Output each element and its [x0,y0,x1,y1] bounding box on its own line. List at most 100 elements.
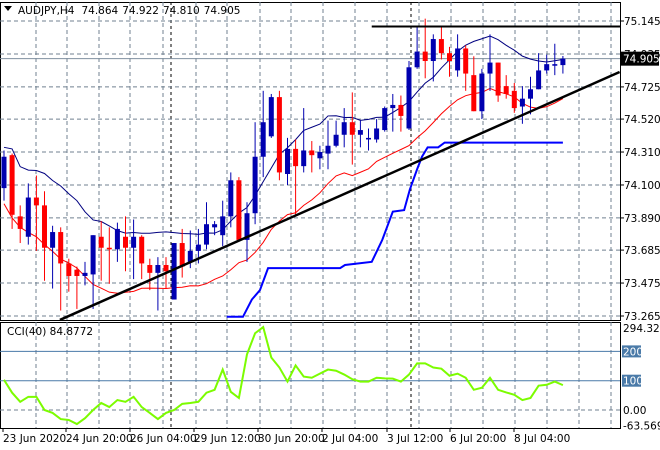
bull-candle-body [50,232,56,248]
bull-candle-body [212,224,218,228]
candle[interactable] [528,76,533,115]
bear-candle-body [293,148,299,167]
candle[interactable] [552,43,558,76]
candle[interactable] [333,120,339,148]
candle[interactable] [309,141,315,173]
time-tick-label: 3 Jul 12:00 [387,433,443,445]
candle[interactable] [179,228,185,278]
candle[interactable] [463,45,469,91]
bull-candle-body [406,67,412,129]
candle[interactable] [50,225,56,289]
candle[interactable] [25,183,31,245]
candle[interactable] [366,128,371,151]
candle[interactable] [139,235,145,280]
bear-candle-body [503,86,509,94]
candle[interactable] [349,92,355,165]
price-tick-label: 74.310 [624,147,660,159]
candle[interactable] [260,90,266,178]
bear-candle-body [17,216,23,229]
candle[interactable] [422,18,428,79]
bull-candle-body [1,156,7,189]
time-tick-label: 29 Jun 12:00 [194,433,261,445]
price-tick-label: 75.145 [624,16,660,28]
candle[interactable] [455,34,461,77]
bull-candle-body [414,51,420,68]
bull-candle-body [544,64,550,71]
candle[interactable] [244,202,250,262]
candle[interactable] [82,261,88,286]
candle[interactable] [155,257,161,311]
bear-candle-body [106,247,112,250]
candle[interactable] [285,137,290,185]
candle[interactable] [66,258,72,292]
candle[interactable] [204,202,209,250]
candle[interactable] [301,108,307,173]
bear-candle-body [422,51,428,62]
candle[interactable] [511,82,517,113]
bull-candle-body [528,89,533,99]
candle[interactable] [17,205,23,244]
bull-candle-body [382,108,388,131]
candle[interactable] [438,26,444,60]
candle[interactable] [503,75,509,99]
close-value: 74.905 [204,5,241,17]
bear-candle-body [147,265,153,273]
bull-candle-body [204,224,209,245]
candle[interactable] [123,216,128,272]
candle[interactable] [106,227,112,284]
candle[interactable] [341,108,347,148]
candle[interactable] [293,139,299,217]
candle[interactable] [382,106,388,132]
candle[interactable] [519,86,525,124]
candle[interactable] [236,177,242,240]
bear-candle-body [438,39,444,54]
candle[interactable] [1,150,7,201]
bear-candle-body [236,180,242,240]
bull-candle-body [366,137,371,140]
candle[interactable] [374,119,380,143]
bear-candle-body [33,197,39,206]
candle[interactable] [398,95,404,132]
price-tick-label: 73.265 [624,311,660,323]
candle[interactable] [495,62,501,102]
high-value: 74.922 [122,5,159,17]
bull-candle-body [536,70,542,90]
dropdown-triangle-icon[interactable] [4,6,12,11]
candle[interactable] [430,34,436,82]
candle[interactable] [220,200,226,247]
candle[interactable] [479,68,485,120]
candle[interactable] [268,93,274,138]
candle[interactable] [390,93,396,132]
candle[interactable] [276,90,282,181]
bull-candle-body [220,216,226,236]
time-tick-label: 30 Jun 20:00 [258,433,325,445]
candle[interactable] [544,54,550,74]
bull-candle-body [301,150,307,167]
candle[interactable] [74,266,80,309]
header-ohlc: AUDJPY,H4 74.864 74.922 74.810 74.905 [18,5,240,17]
candle[interactable] [325,120,331,170]
candle[interactable] [406,61,412,131]
candle[interactable] [357,120,363,148]
bull-candle-body [90,235,96,275]
candle[interactable] [42,191,47,281]
candle[interactable] [58,227,64,311]
bull-candle-body [333,134,339,146]
bear-candle-body [463,48,469,74]
candle[interactable] [252,122,258,225]
bear-candle-body [42,205,47,248]
candle[interactable] [147,258,153,291]
grid [0,2,621,429]
candle[interactable] [471,56,477,112]
candle[interactable] [33,175,39,251]
bull-candle-body [195,244,201,251]
price-tick-label: 74.100 [624,180,660,192]
candle[interactable] [487,34,493,91]
plot-area[interactable] [0,18,621,426]
candle[interactable] [90,235,96,309]
candle[interactable] [317,145,323,170]
bull-candle-body [268,97,274,137]
candle[interactable] [114,222,120,262]
low-value: 74.810 [163,5,200,17]
candle[interactable] [131,219,137,280]
